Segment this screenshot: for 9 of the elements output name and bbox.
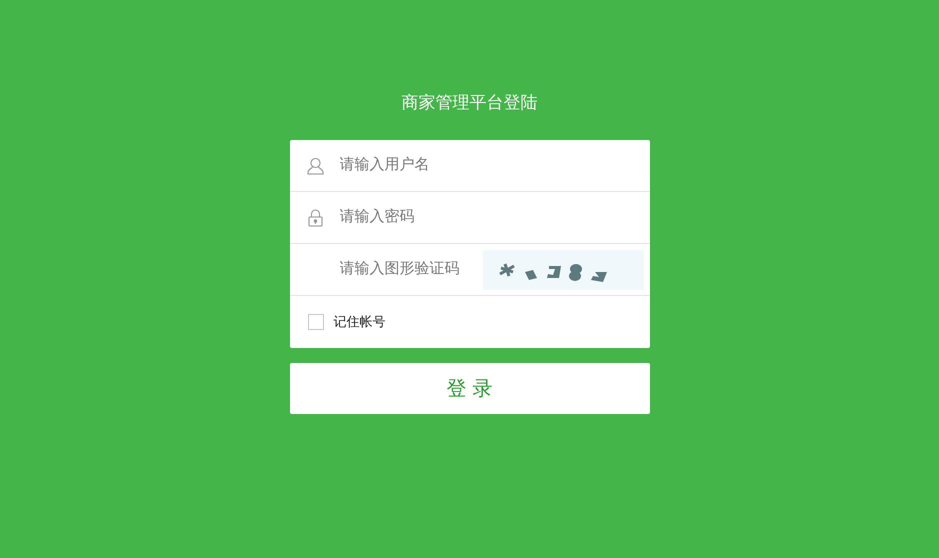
password-field[interactable]: 请输入密码: [340, 206, 644, 229]
username-field[interactable]: 请输入用户名: [340, 154, 644, 177]
checkbox[interactable]: [308, 314, 324, 330]
lock-icon: [308, 208, 323, 226]
login-button[interactable]: 登 录: [290, 363, 650, 414]
user-icon: [307, 156, 324, 174]
captcha-field[interactable]: 请输入图形验证码: [340, 258, 480, 281]
page-title: 商家管理平台登陆: [402, 92, 538, 115]
remember-label: 记住帐号: [334, 313, 386, 332]
